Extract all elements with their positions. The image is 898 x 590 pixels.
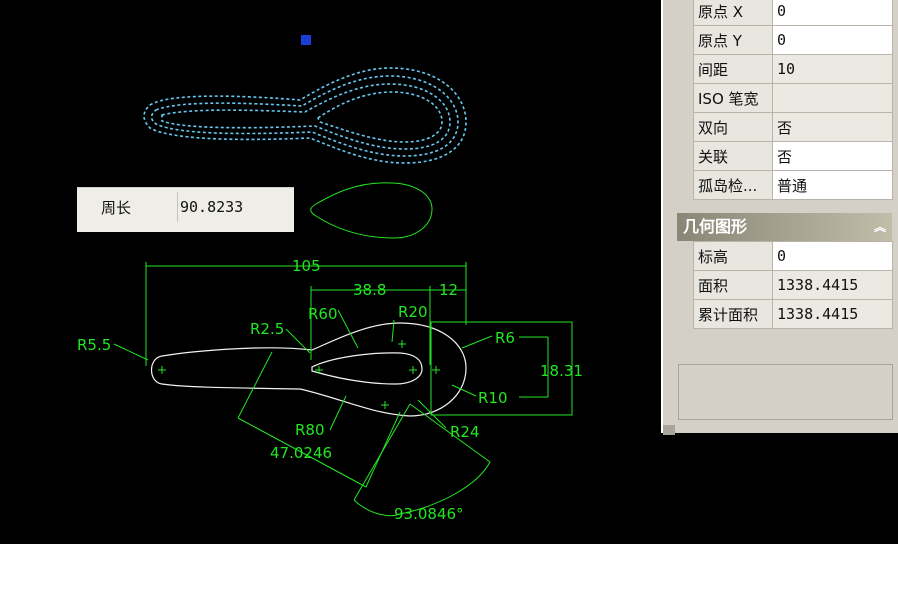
prop-row-double[interactable]: 双向 否: [693, 112, 893, 142]
prop-key: 原点 Y: [693, 25, 773, 55]
prop-key: 原点 X: [693, 0, 773, 26]
dim-12: 12: [439, 281, 458, 299]
prop-key: 累计面积: [693, 299, 773, 329]
dim-47-0246: 47.0246: [270, 444, 332, 462]
properties-palette: 原点 X 0 原点 Y 0 间距 10 ISO 笔宽 双向 否 关联 否 孤岛检…: [661, 0, 898, 435]
prop-key: 间距: [693, 54, 773, 84]
prop-key: 面积: [693, 270, 773, 300]
prop-value[interactable]: [772, 83, 893, 113]
prop-value[interactable]: 0: [772, 25, 893, 55]
prop-row-origin-x[interactable]: 原点 X 0: [693, 0, 893, 26]
prop-value: 1338.4415: [772, 270, 893, 300]
prop-value[interactable]: 普通: [772, 170, 893, 200]
prop-row-associative[interactable]: 关联 否: [693, 141, 893, 171]
description-panel: [678, 364, 893, 420]
dim-r80: R80: [295, 421, 325, 439]
dim-r2-5: R2.5: [250, 320, 284, 338]
geometry-properties-table: 标高 0 面积 1338.4415 累计面积 1338.4415: [693, 241, 893, 329]
bowl-inner-arc[interactable]: [311, 352, 423, 385]
prop-row-area[interactable]: 面积 1338.4415: [693, 270, 893, 300]
spoon-profile[interactable]: [150, 322, 467, 417]
prop-row-island-detection[interactable]: 孤岛检... 普通: [693, 170, 893, 200]
prop-value[interactable]: 否: [772, 112, 893, 142]
dim-r20: R20: [398, 303, 428, 321]
prop-key: 标高: [693, 241, 773, 271]
center-marks: [158, 340, 440, 409]
dim-105: 105: [292, 257, 321, 275]
prop-row-iso-pen-width[interactable]: ISO 笔宽: [693, 83, 893, 113]
dim-angle: 93.0846°: [394, 505, 464, 523]
dim-r5-5: R5.5: [77, 336, 111, 354]
prop-value[interactable]: 否: [772, 141, 893, 171]
grip-handle[interactable]: [301, 35, 311, 45]
prop-row-elevation[interactable]: 标高 0: [693, 241, 893, 271]
hatch-spoon[interactable]: [143, 67, 467, 164]
section-header-geometry[interactable]: 几何图形 ︽: [677, 213, 892, 241]
teardrop-profile[interactable]: [310, 182, 433, 239]
perimeter-value: 90.8233: [180, 198, 244, 216]
prop-value[interactable]: 0: [772, 0, 893, 26]
dim-r60: R60: [308, 305, 338, 323]
prop-row-spacing[interactable]: 间距 10: [693, 54, 893, 84]
prop-value[interactable]: 0: [772, 241, 893, 271]
section-title: 几何图形: [683, 217, 748, 236]
prop-key: 孤岛检...: [693, 170, 773, 200]
chevron-up-icon[interactable]: ︽: [874, 213, 886, 241]
prop-value: 1338.4415: [772, 299, 893, 329]
dim-38-8: 38.8: [353, 281, 386, 299]
prop-key: ISO 笔宽: [693, 83, 773, 113]
dimension-labels: 105 38.8 12 18.31 R5.5 R2.5 R60 R20 R6 R…: [77, 257, 583, 523]
perimeter-label: 周长: [77, 192, 178, 222]
prop-row-cumulative-area[interactable]: 累计面积 1338.4415: [693, 299, 893, 329]
dim-r6: R6: [495, 329, 515, 347]
dim-r24: R24: [450, 423, 480, 441]
prop-value[interactable]: 10: [772, 54, 893, 84]
prop-key: 双向: [693, 112, 773, 142]
prop-key: 关联: [693, 141, 773, 171]
hatch-properties-table: 原点 X 0 原点 Y 0 间距 10 ISO 笔宽 双向 否 关联 否 孤岛检…: [693, 0, 893, 200]
dim-r10: R10: [478, 389, 508, 407]
prop-row-origin-y[interactable]: 原点 Y 0: [693, 25, 893, 55]
dim-18-31: 18.31: [540, 362, 583, 380]
panel-shadow: [663, 425, 675, 435]
perimeter-tooltip: 周长 90.8233: [77, 187, 294, 232]
